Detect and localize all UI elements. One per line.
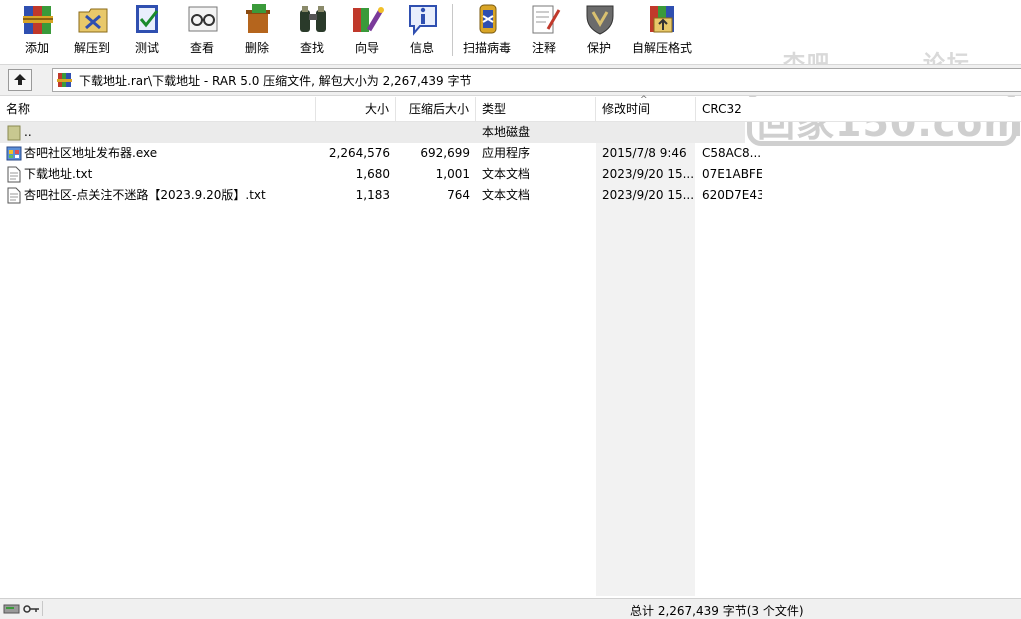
column-size[interactable]: 大小	[316, 97, 396, 121]
file-name: 杏吧社区地址发布器.exe	[24, 146, 158, 160]
file-type: 应用程序	[482, 146, 531, 160]
file-crc	[702, 122, 762, 143]
column-crc[interactable]: CRC32	[696, 97, 1021, 121]
folder-up-icon	[7, 125, 21, 141]
sfx-button[interactable]: 自解压格式	[632, 0, 692, 60]
file-row[interactable]: 下载地址.txt 1,680 1,001 文本文档 2023/9/20 15..…	[0, 164, 1021, 185]
info-button-label: 信息	[409, 41, 434, 55]
exe-app-icon	[6, 146, 22, 161]
test-check-icon	[136, 5, 159, 33]
text-file-icon	[7, 187, 21, 204]
file-modified: 2015/7/8 9:46	[602, 146, 687, 160]
comment-note-icon	[532, 5, 561, 34]
file-modified: 2023/9/20 15...	[602, 188, 694, 202]
file-name: 下载地址.txt	[24, 167, 93, 181]
address-bar: 下载地址.rar\下载地址 - RAR 5.0 压缩文件, 解包大小为 2,26…	[0, 64, 1021, 96]
file-size: 2,264,576	[328, 146, 390, 160]
file-crc: 620D7E43	[702, 188, 762, 202]
rar-archive-icon	[57, 73, 72, 87]
binoculars-icon	[300, 6, 326, 32]
sfx-archive-icon	[650, 6, 674, 33]
info-icon	[409, 5, 437, 36]
status-bar: 总计 2,267,439 字节(3 个文件)	[0, 598, 1021, 619]
column-header: 名称 大小 压缩后大小 类型 修改时间 ^ CRC32	[0, 95, 1021, 122]
protect-button[interactable]: 保护	[572, 0, 626, 60]
sfx-button-label: 自解压格式	[631, 41, 692, 55]
file-modified: 2023/9/20 15...	[602, 167, 694, 181]
file-type: 本地磁盘	[482, 125, 531, 139]
info-button[interactable]: 信息	[395, 0, 449, 60]
file-packed	[396, 122, 470, 143]
file-list: .. 本地磁盘 杏吧社区地址发布器.exe 2,264,576 692,699 …	[0, 122, 1021, 596]
file-packed: 764	[447, 188, 470, 202]
file-modified	[602, 122, 694, 143]
status-total: 总计 2,267,439 字节(3 个文件)	[630, 604, 804, 618]
file-size: 1,680	[355, 167, 390, 181]
sort-indicator-icon: ^	[640, 95, 648, 105]
toolbar: 添加 解压到 测试 查看 删除 查找 向导 信息 扫描病毒 注释 保护 自解压格…	[0, 0, 1021, 62]
file-packed: 692,699	[420, 146, 470, 160]
view-glasses-icon	[188, 6, 218, 32]
shield-icon	[586, 5, 614, 35]
file-name: ..	[24, 125, 32, 139]
file-row[interactable]: .. 本地磁盘	[0, 122, 1021, 143]
column-type[interactable]: 类型	[476, 97, 596, 121]
column-name[interactable]: 名称	[0, 97, 316, 121]
text-file-icon	[7, 166, 21, 183]
status-pane-left	[42, 601, 623, 616]
winrar-books-icon	[23, 6, 53, 34]
file-size: 1,183	[355, 188, 390, 202]
drive-key-icon	[3, 604, 39, 614]
scan-virus-button[interactable]: 扫描病毒	[460, 0, 514, 60]
path-field[interactable]: 下载地址.rar\下载地址 - RAR 5.0 压缩文件, 解包大小为 2,26…	[52, 68, 1021, 92]
file-type: 文本文档	[482, 188, 531, 202]
up-arrow-icon	[14, 74, 26, 85]
file-crc: 07E1ABFE	[702, 167, 762, 181]
file-size	[316, 122, 390, 143]
file-row[interactable]: 杏吧社区-点关注不迷路【2023.9.20版】.txt 1,183 764 文本…	[0, 185, 1021, 206]
file-packed: 1,001	[435, 167, 470, 181]
virus-scan-icon	[479, 4, 497, 34]
delete-bin-icon	[246, 4, 270, 33]
up-folder-button[interactable]	[8, 69, 32, 91]
file-type: 文本文档	[482, 167, 531, 181]
extract-folder-icon	[78, 8, 108, 33]
file-crc: C58AC8...	[702, 146, 762, 160]
column-packed[interactable]: 压缩后大小	[396, 97, 476, 121]
file-name: 杏吧社区-点关注不迷路【2023.9.20版】.txt	[24, 188, 266, 202]
wizard-icon	[353, 7, 384, 32]
path-text: 下载地址.rar\下载地址 - RAR 5.0 压缩文件, 解包大小为 2,26…	[79, 74, 472, 88]
file-row[interactable]: 杏吧社区地址发布器.exe 2,264,576 692,699 应用程序 201…	[0, 143, 1021, 164]
